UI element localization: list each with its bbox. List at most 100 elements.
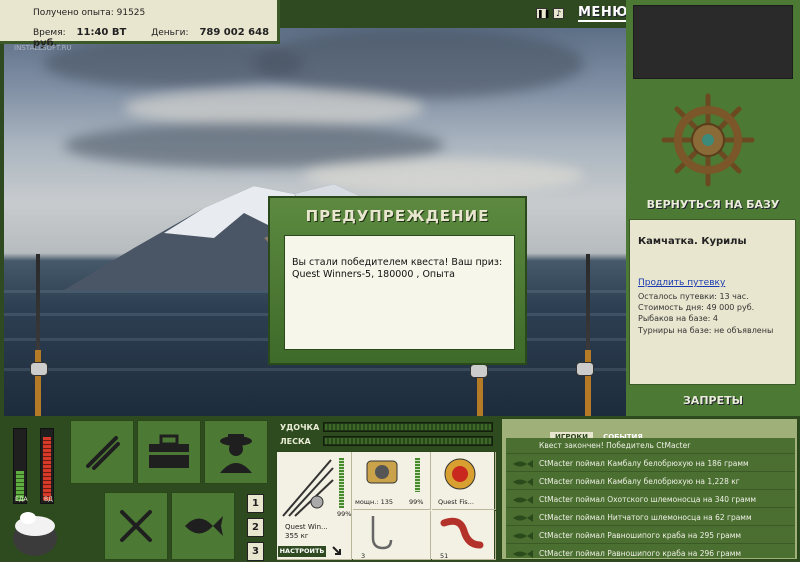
line-slot[interactable]: Quest Fis...	[432, 452, 496, 510]
bans-button[interactable]: ЗАПРЕТЫ	[626, 394, 800, 407]
tackle-box-icon	[149, 434, 189, 468]
info-line: Стоимость дня: 49 000 руб.	[638, 303, 755, 312]
rod-name: Quest Win...	[285, 523, 328, 531]
line-tension-bar	[323, 436, 493, 446]
time-value: 11:40 ВТ	[76, 27, 127, 38]
dialog-title: ПРЕДУПРЕЖДЕНИЕ	[305, 207, 490, 225]
warning-dialog[interactable]: ПРЕДУПРЕЖДЕНИЕ Вы стали победителем квес…	[268, 196, 527, 365]
reel-power: мощн.: 135	[355, 498, 393, 506]
bait-count: 51	[440, 552, 449, 560]
right-top-panel	[633, 5, 793, 79]
status-panel: Получено опыта: 91525 Время: 11:40 ВТ Де…	[0, 0, 280, 49]
rod-label: УДОЧКА	[280, 423, 320, 432]
fish-cage-button[interactable]	[171, 492, 235, 560]
reel-icon	[576, 362, 594, 376]
slot-button-3[interactable]: 3	[247, 542, 264, 561]
fish-icon	[513, 532, 533, 540]
arrow-down-right-icon	[332, 546, 341, 555]
rod-condition: 99%	[337, 510, 352, 518]
reel-icon	[470, 364, 488, 378]
list-item: CtMacter поймал Равношипого краба на 295…	[506, 528, 795, 544]
event-text: CtMacter поймал Равношипого краба на 295…	[539, 531, 742, 540]
time-label: Время:	[33, 28, 66, 38]
hook-count: 3	[361, 552, 366, 560]
knife-fork-icon	[120, 510, 152, 542]
list-item: Квест закончен! Победитель CtMacter	[506, 438, 795, 454]
tackle-box-button[interactable]	[137, 420, 201, 484]
pause-icon[interactable]: ❚❚	[536, 8, 550, 19]
list-item: CtMacter поймал Камбалу белобрюхую на 1,…	[506, 474, 795, 490]
fish-icon	[513, 478, 533, 486]
events-tabs: ИГРОКИ СОБЫТИЯ	[550, 424, 648, 442]
location-info: Камчатка. Курилы Продлить путевку Остало…	[629, 219, 796, 385]
info-line: Рыбаков на базе: 4	[638, 314, 718, 323]
reel-icon	[366, 460, 398, 484]
list-item: CtMacter поймал Камбалу белобрюхую на 18…	[506, 456, 795, 472]
vd-meter	[40, 428, 54, 504]
sound-icon[interactable]: ♪	[553, 8, 564, 19]
event-text: CtMacter поймал Камбалу белобрюхую на 1,…	[539, 477, 740, 486]
hook-icon	[371, 516, 393, 550]
rod-icon	[282, 459, 334, 517]
cauldron-icon[interactable]	[10, 508, 60, 560]
fisherman-button[interactable]	[204, 420, 268, 484]
return-to-base-button[interactable]: ВЕРНУТЬСЯ НА БАЗУ	[626, 198, 800, 211]
location-name: Камчатка. Курилы	[638, 236, 747, 247]
fish-icon	[513, 550, 533, 558]
events-panel: ИГРОКИ СОБЫТИЯ Квест закончен! Победител…	[501, 418, 798, 560]
info-line: Турниры на базе: не объявлены	[638, 326, 774, 335]
dialog-text: Quest Winners-5, 180000 , Опыта	[292, 269, 455, 280]
rod-slot[interactable]: 99% Quest Win... 355 кг	[277, 452, 352, 560]
slot-button-2[interactable]: 2	[247, 518, 264, 537]
line-name: Quest Fis...	[438, 498, 474, 506]
xp-label: Получено опыта:	[33, 8, 114, 18]
menu-button[interactable]: МЕНЮ	[578, 5, 628, 22]
info-line: Осталось путевки: 13 час.	[638, 292, 749, 301]
worm-bait-icon	[440, 517, 484, 549]
fishing-rod-left[interactable]	[35, 254, 41, 416]
list-item: CtMacter поймал Охотского шлемоносца на …	[506, 492, 795, 508]
event-text: CtMacter поймал Камбалу белобрюхую на 18…	[539, 459, 749, 468]
bait-slot[interactable]: 51	[432, 511, 496, 560]
event-text: CtMacter поймал Охотского шлемоносца на …	[539, 495, 757, 504]
reel-condition: 99%	[409, 498, 424, 506]
fish-icon	[513, 496, 533, 504]
dialog-body: Вы стали победителем квеста! Ваш приз: Q…	[284, 235, 515, 350]
rod-condition-bar	[339, 458, 344, 508]
xp-value: 91525	[116, 8, 146, 18]
dialog-text: Вы стали победителем квеста! Ваш приз:	[292, 257, 503, 268]
ship-wheel-icon	[661, 93, 755, 187]
fish-icon	[185, 516, 223, 536]
event-text: CtMacter поймал Равношипого краба на 296…	[539, 549, 742, 558]
food-meter	[13, 428, 27, 504]
watermark: INSTALLSOFT.RU	[14, 44, 72, 52]
fishing-rod-right[interactable]	[585, 254, 591, 416]
slot-button-1[interactable]: 1	[247, 494, 264, 513]
rods-button[interactable]	[70, 420, 134, 484]
cloud	[124, 88, 424, 128]
list-item: CtMacter поймал Нитчатого шлемоносца на …	[506, 510, 795, 526]
line-label: ЛЕСКА	[280, 437, 311, 446]
fisherman-icon	[220, 434, 252, 473]
event-text: CtMacter поймал Нитчатого шлемоносца на …	[539, 513, 752, 522]
money-label: Деньги:	[151, 28, 189, 38]
rods-icon	[86, 436, 120, 470]
hook-slot[interactable]: 3	[353, 511, 431, 560]
rod-tension-bar	[323, 422, 493, 432]
reel-condition-bar	[415, 458, 420, 492]
extend-voucher-link[interactable]: Продлить путевку	[638, 278, 725, 288]
vd-label: ВД	[44, 496, 53, 503]
fishing-line-icon	[444, 458, 476, 490]
tackle-inventory: 99% Quest Win... 355 кг мощн.: 135 99% Q…	[276, 451, 496, 560]
rod-weight: 355 кг	[285, 532, 309, 540]
reel-icon	[30, 362, 48, 376]
food-label: ЕДА	[15, 496, 28, 503]
event-text: Квест закончен! Победитель CtMacter	[539, 441, 691, 450]
events-list: Квест закончен! Победитель CtMacter CtMa…	[506, 438, 795, 558]
setup-button[interactable]: НАСТРОИТЬ	[278, 546, 326, 557]
fish-icon	[513, 460, 533, 468]
kitchen-button[interactable]	[104, 492, 168, 560]
wave	[4, 368, 626, 371]
reel-slot[interactable]: мощн.: 135 99%	[353, 452, 431, 510]
fish-icon	[513, 514, 533, 522]
